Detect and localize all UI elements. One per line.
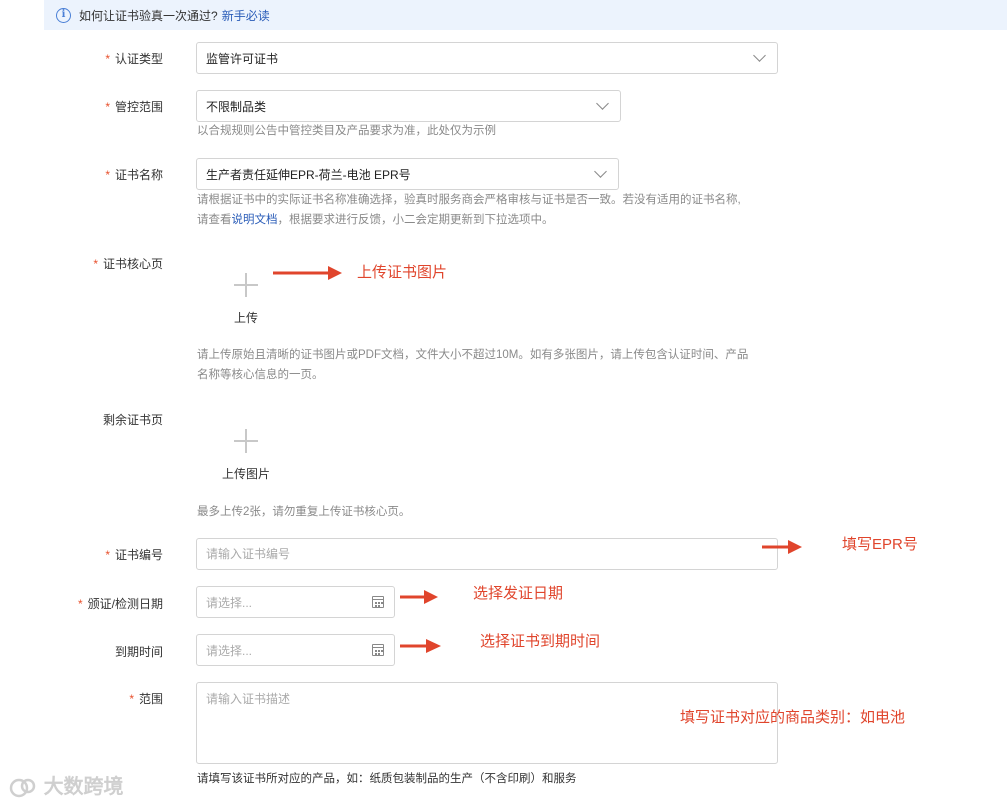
annotation-arrow-expiry	[400, 639, 441, 653]
cert-name-value: 生产者责任延伸EPR-荷兰-电池 EPR号	[206, 167, 411, 182]
cert-name-hint: 请根据证书中的实际证书名称准确选择，验真时服务商会严格审核与证书是否一致。若没有…	[197, 190, 797, 230]
annotation-arrow-upload	[273, 266, 342, 280]
required-star: *	[129, 692, 134, 706]
expiry-date-label: 到期时间	[114, 645, 163, 659]
scope-control-hint: 以合规规则公告中管控类目及产品要求为准，此处仅为示例	[197, 125, 496, 137]
scope-hint: 请填写该证书所对应的产品，如：纸质包装制品的生产（不含印刷）和服务	[197, 773, 577, 785]
scope-control-label: * 管控范围	[105, 100, 163, 114]
expiry-date-picker[interactable]: 请选择...	[196, 634, 395, 666]
annotation-arrow-issue	[400, 590, 438, 604]
plus-icon	[234, 273, 258, 297]
cert-type-value: 监管许可证书	[206, 51, 279, 66]
other-pages-upload-label: 上传图片	[221, 467, 270, 481]
scope-control-select[interactable]: 不限制品类	[196, 90, 621, 122]
annotation-epr: 填写EPR号	[842, 536, 918, 553]
required-star: *	[105, 548, 110, 562]
required-star: *	[105, 52, 110, 66]
docs-link[interactable]: 说明文档	[232, 214, 278, 226]
tip-bar: i 如何让证书验真一次通过? 新手必读	[44, 0, 1007, 30]
watermark-logo-icon	[9, 778, 36, 797]
cert-name-select[interactable]: 生产者责任延伸EPR-荷兰-电池 EPR号	[196, 158, 619, 190]
cert-type-label: * 认证类型	[105, 52, 163, 66]
chevron-down-icon	[753, 49, 766, 62]
annotation-expiry: 选择证书到期时间	[480, 633, 601, 650]
annotation-issue: 选择发证日期	[473, 585, 564, 602]
cert-name-hint-line2: 请查看说明文档，根据要求进行反馈，小二会定期更新到下拉选项中。	[197, 214, 554, 226]
cert-type-select[interactable]: 监管许可证书	[196, 42, 778, 74]
annotation-upload: 上传证书图片	[357, 264, 448, 281]
chevron-down-icon	[596, 97, 609, 110]
core-page-upload-label: 上传	[233, 311, 258, 325]
annotation-arrow-epr	[762, 540, 802, 554]
other-pages-hint: 最多上传2张，请勿重复上传证书核心页。	[197, 506, 411, 518]
annotation-scope: 填写证书对应的商品类别：如电池	[680, 709, 906, 726]
info-icon: i	[56, 7, 71, 23]
issue-date-picker[interactable]: 请选择...	[196, 586, 395, 618]
cert-number-label: * 证书编号	[105, 548, 163, 562]
required-star: *	[77, 597, 83, 611]
scope-label: * 范围	[129, 692, 163, 706]
cert-number-field[interactable]	[196, 538, 778, 570]
cert-name-label: * 证书名称	[105, 168, 163, 182]
scope-control-value: 不限制品类	[206, 99, 267, 114]
core-page-hint-line1: 请上传原始且清晰的证书图片或PDF文档，文件大小不超过10M。如有多张图片，请上…	[197, 349, 749, 361]
required-star: *	[93, 257, 98, 271]
core-page-hint: 请上传原始且清晰的证书图片或PDF文档，文件大小不超过10M。如有多张图片，请上…	[197, 345, 797, 385]
calendar-icon[interactable]	[372, 596, 384, 608]
calendar-icon[interactable]	[372, 644, 384, 656]
tip-text: 如何让证书验真一次通过?	[79, 8, 218, 23]
issue-date-label: * 颁证/检测日期	[77, 597, 163, 611]
tip-link[interactable]: 新手必读	[222, 7, 270, 24]
core-page-label: * 证书核心页	[93, 257, 163, 271]
issue-date-placeholder: 请选择...	[206, 595, 253, 610]
cert-name-hint-line1: 请根据证书中的实际证书名称准确选择，验真时服务商会严格审核与证书是否一致。若没有…	[197, 194, 741, 206]
plus-icon	[234, 429, 258, 453]
watermark-text: 大数跨境	[43, 776, 124, 798]
chevron-down-icon	[594, 165, 607, 178]
expiry-date-placeholder: 请选择...	[206, 643, 253, 658]
watermark: 大数跨境	[8, 770, 124, 801]
required-star: *	[105, 100, 110, 114]
cert-number-input[interactable]	[206, 539, 777, 569]
required-star: *	[105, 168, 110, 182]
other-pages-upload-button[interactable]: 上传图片	[198, 404, 294, 482]
core-page-hint-line2: 名称等核心信息的一页。	[197, 369, 324, 381]
other-pages-label: 剩余证书页	[102, 413, 163, 427]
core-page-upload-button[interactable]: 上传	[198, 248, 294, 326]
